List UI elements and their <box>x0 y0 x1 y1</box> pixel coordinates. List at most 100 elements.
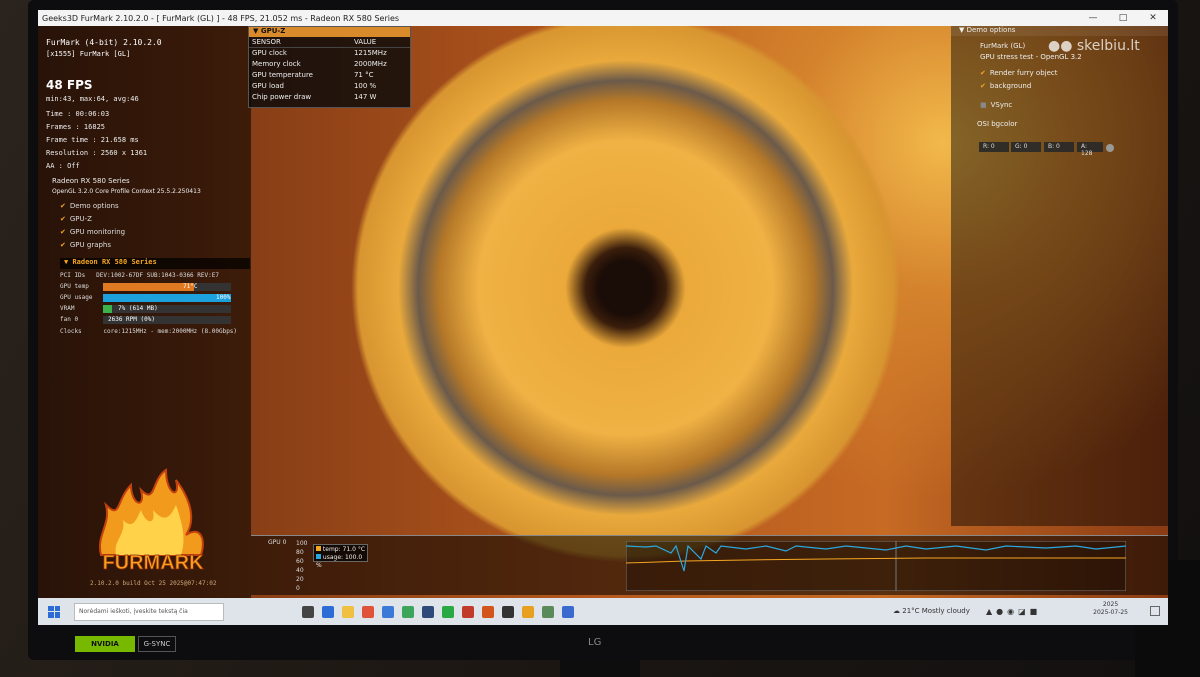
col-value: VALUE <box>350 37 410 48</box>
checkmark-icon: ✔ <box>980 82 986 90</box>
app-title: FurMark (4-bit) 2.10.2.0 <box>46 38 162 47</box>
taskbar-clock[interactable]: 2025 2025-07-25 <box>1093 601 1128 617</box>
y-tick: 100 <box>296 540 308 547</box>
stat-aa: AA : Off <box>46 162 80 170</box>
taskbar-app-icon[interactable] <box>322 605 334 618</box>
close-icon[interactable]: ✕ <box>1138 13 1168 23</box>
stat-frames: Frames : 16825 <box>46 123 106 131</box>
stat-time: Time : 00:06:03 <box>46 110 110 118</box>
legend-temp: temp: 71.0 °C <box>322 546 366 553</box>
maximize-icon[interactable]: □ <box>1108 13 1138 23</box>
windows-taskbar: Norėdami ieškoti, įveskite tekstą čia ☁ … <box>38 598 1168 625</box>
taskbar-app-icon[interactable] <box>422 605 434 618</box>
demo-desc: GPU stress test - OpenGL 3.2 <box>980 53 1082 61</box>
taskbar-app-icon[interactable] <box>402 605 414 618</box>
usage-bar <box>103 294 231 302</box>
channel-r[interactable]: R: 0 <box>979 142 1009 152</box>
y-tick: 0 <box>296 585 300 592</box>
table-row: GPU clock 1215MHz <box>252 49 387 58</box>
checkmark-icon: ✔ <box>60 241 66 249</box>
taskbar-search-input[interactable]: Norėdami ieškoti, įveskite tekstą čia <box>74 602 224 621</box>
option-gpu-monitoring[interactable]: ✔ GPU monitoring <box>60 228 125 236</box>
gpu-graph-panel: GPU 0 100 80 60 40 20 0 temp: 71.0 °C us… <box>251 535 1168 595</box>
gpuz-header[interactable]: ▼ GPU-Z <box>249 27 410 37</box>
temp-bar <box>103 283 231 291</box>
y-tick: 20 <box>296 576 304 583</box>
channel-b[interactable]: B: 0 <box>1044 142 1074 152</box>
file-explorer-icon[interactable] <box>342 605 354 618</box>
channel-g[interactable]: G: 0 <box>1011 142 1041 152</box>
brave-browser-icon[interactable] <box>362 605 374 618</box>
table-row: GPU temperature 71 °C <box>252 71 374 79</box>
furmark-flame-logo: FURMARK <box>98 468 205 574</box>
monitor-clocks: Clocks core:1215MHz - mem:2000MHz (8.00G… <box>60 328 238 335</box>
gpuz-table: SENSOR VALUE GPU clock 1215MHz Memory cloc… <box>249 37 410 103</box>
option-vsync[interactable]: ■ VSync <box>980 101 1012 109</box>
monitor-usage-value: 100% <box>216 294 231 301</box>
window-title: Geeks3D FurMark 2.10.2.0 - [ FurMark (GL… <box>42 13 400 23</box>
taskbar-app-icon[interactable] <box>562 605 574 618</box>
osi-bgcolor-label: OSI bgcolor <box>977 120 1018 128</box>
minimize-icon[interactable]: — <box>1078 13 1108 23</box>
gpu-monitor-header[interactable]: ▼ Radeon RX 580 Series <box>60 258 250 269</box>
demo-options-header[interactable]: ▼ Demo options <box>951 26 1168 36</box>
taskbar-app-icon[interactable] <box>442 605 454 618</box>
table-row: Memory clock 2000MHz <box>252 60 387 68</box>
logo-text: FURMARK <box>102 552 204 574</box>
taskbar-app-icon[interactable] <box>542 605 554 618</box>
option-gpu-z[interactable]: ✔ GPU-Z <box>60 215 92 223</box>
legend-swatch-usage <box>316 554 321 559</box>
version-info: 2.10.2.0 build Oct 25 2025@07:47:02 <box>90 580 217 587</box>
graph-label: GPU 0 <box>268 539 287 546</box>
stat-frametime: Frame time : 21.658 ms <box>46 136 139 144</box>
table-row: GPU load 100 % <box>252 82 377 90</box>
monitor-usage-label: GPU usage <box>60 294 93 301</box>
legend-swatch-temp <box>316 546 321 551</box>
window-titlebar[interactable]: Geeks3D FurMark 2.10.2.0 - [ FurMark (GL… <box>38 10 1168 26</box>
notification-icon[interactable] <box>1150 606 1160 616</box>
option-gpu-graphs[interactable]: ✔ GPU graphs <box>60 241 111 249</box>
demo-options-panel: ▼ Demo options FurMark (GL) GPU stress t… <box>951 26 1168 526</box>
tray-icons[interactable]: ▲●◉◪■ <box>986 607 1041 616</box>
checkmark-icon: ✔ <box>60 215 66 223</box>
graph-plot <box>626 541 1126 591</box>
taskbar-app-icon[interactable] <box>522 605 534 618</box>
y-tick: 80 <box>296 549 304 556</box>
monitor-screen: Geeks3D FurMark 2.10.2.0 - [ FurMark (GL… <box>38 10 1168 625</box>
monitor-temp-value: 71°C <box>183 283 198 290</box>
channel-a[interactable]: A: 128 <box>1077 142 1103 157</box>
demo-name: FurMark (GL) <box>980 42 1026 50</box>
store-icon[interactable] <box>382 605 394 618</box>
windows-start-icon[interactable] <box>48 605 60 618</box>
checkmark-icon: ✔ <box>980 69 986 77</box>
monitor-pci: PCI IDs DEV:1002-67DF SUB:1043-0366 REV:… <box>60 272 219 279</box>
furmark-taskbar-icon[interactable] <box>482 605 494 618</box>
task-view-icon[interactable] <box>302 605 314 618</box>
checkmark-icon: ✔ <box>60 228 66 236</box>
gsync-badge: G-SYNC <box>138 636 176 652</box>
watermark: ●● skelbiu.lt <box>1048 38 1140 54</box>
monitor-fan-label: fan 0 <box>60 316 79 323</box>
option-demo-options[interactable]: ✔ Demo options <box>60 202 119 210</box>
monitor-stand <box>560 660 640 677</box>
fps-minmax: min:43, max:64, avg:46 <box>46 95 139 103</box>
weather-widget[interactable]: ☁ 21°C Mostly cloudy <box>893 607 970 615</box>
taskbar-app-icon[interactable] <box>502 605 514 618</box>
table-row: Chip power draw 147 W <box>252 93 377 101</box>
y-tick: 60 <box>296 558 304 565</box>
gpuz-panel: ▼ GPU-Z SENSOR VALUE GPU clock 1215MHz Mem… <box>248 26 411 108</box>
graph-legend: temp: 71.0 °C usage: 100.0 % <box>313 544 368 569</box>
checkmark-icon: ✔ <box>60 202 66 210</box>
taskbar-app-icon[interactable] <box>462 605 474 618</box>
monitor-temp-label: GPU temp <box>60 283 89 290</box>
stat-resolution: Resolution : 2560 x 1361 <box>46 149 148 157</box>
option-render-furry[interactable]: ✔ Render furry object <box>980 69 1058 77</box>
monitor-fan-value: 2636 RPM (0%) <box>108 316 155 323</box>
app-subtitle: [x1555] FurMark [GL] <box>46 50 131 58</box>
monitor-vram-label: VRAM <box>60 305 75 312</box>
monitor-vram-value: 7% (614 MB) <box>118 305 158 312</box>
option-background[interactable]: ✔ background <box>980 82 1031 90</box>
fps-counter: 48 FPS <box>46 78 93 92</box>
col-sensor: SENSOR <box>249 37 351 48</box>
color-picker-icon[interactable] <box>1106 144 1114 152</box>
